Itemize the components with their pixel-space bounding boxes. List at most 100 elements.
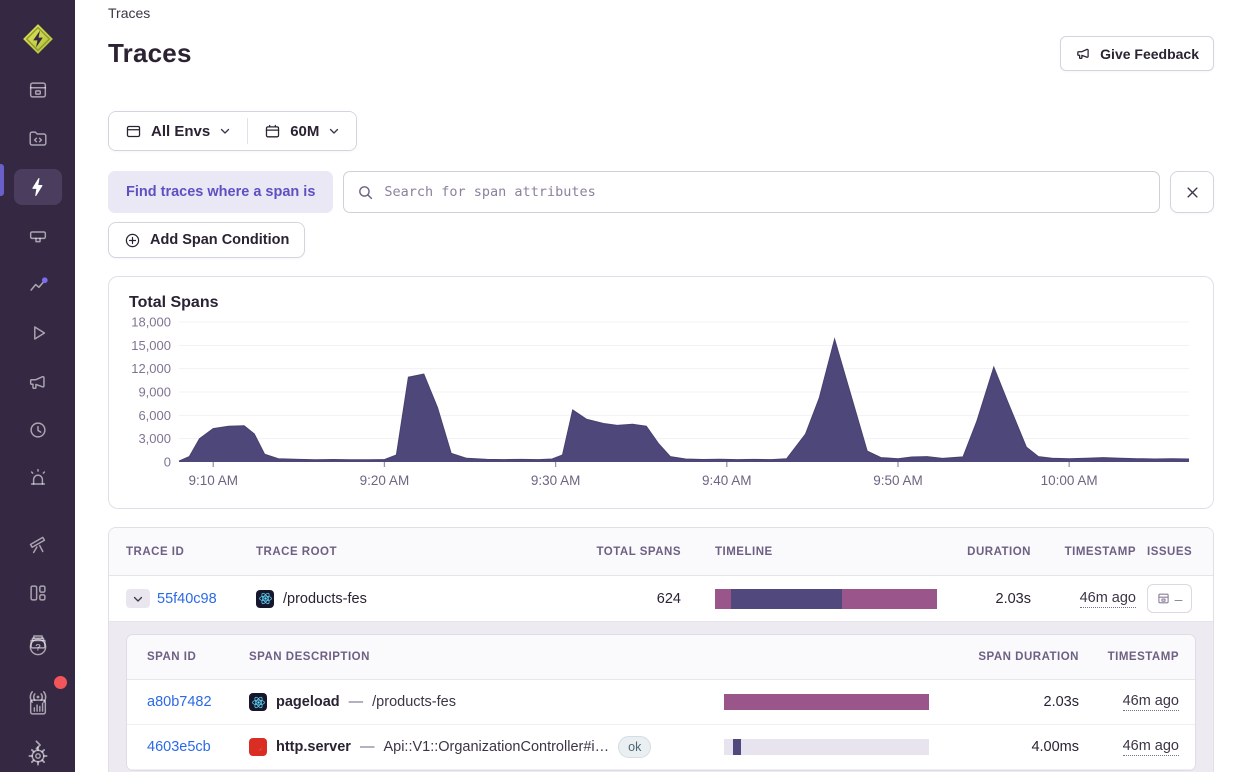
sidebar-item-issues[interactable] <box>14 74 62 107</box>
dashboard-layout-icon <box>27 582 49 604</box>
span-op: http.server <box>276 739 351 755</box>
svg-text:12,000: 12,000 <box>131 361 171 376</box>
span-timestamp[interactable]: 46m ago <box>1123 693 1179 711</box>
sidebar-item-releases[interactable] <box>14 413 62 446</box>
trace-timeline-bar[interactable] <box>715 589 937 609</box>
sidebar-item-replays[interactable] <box>14 317 62 350</box>
col-trace-id: Trace ID <box>126 546 256 558</box>
span-op: pageload <box>276 694 340 710</box>
issues-icon <box>1157 592 1170 605</box>
clear-search-button[interactable] <box>1170 171 1214 213</box>
span-duration-bar[interactable] <box>724 694 929 710</box>
trace-expanded-zone: Span ID Span Description Span Duration T… <box>109 621 1213 772</box>
issues-icon <box>27 79 49 101</box>
trace-timestamp[interactable]: 46m ago <box>1080 590 1136 608</box>
time-range-selector-label: 60M <box>290 123 319 140</box>
page-header: Traces Traces Give Feedback <box>75 0 1244 71</box>
add-span-condition-button[interactable]: Add Span Condition <box>108 222 305 258</box>
trace-expand-toggle[interactable] <box>126 589 150 608</box>
col-duration: Duration <box>931 546 1031 558</box>
total-spans-area-chart: 03,0006,0009,00012,00015,00018,0009:10 A… <box>129 316 1193 494</box>
react-icon <box>249 693 267 711</box>
sidebar-item-metrics[interactable] <box>14 269 62 302</box>
sidebar-item-profiling[interactable] <box>14 221 62 254</box>
span-search-input[interactable] <box>384 184 1146 200</box>
megaphone-icon <box>27 371 49 393</box>
svg-text:3,000: 3,000 <box>138 431 171 446</box>
telescope-icon <box>27 533 49 555</box>
total-spans-value: 624 <box>556 591 681 607</box>
col-timeline: Timeline <box>681 546 931 558</box>
chevron-down-icon <box>219 125 231 137</box>
col-span-description: Span Description <box>249 651 724 663</box>
traces-table-header: Trace ID Trace Root Total Spans Timeline… <box>109 528 1213 576</box>
megaphone-icon <box>1075 45 1092 62</box>
span-row: a80b7482 page <box>127 680 1195 725</box>
col-span-timestamp: Timestamp <box>1079 651 1179 663</box>
chevron-down-icon <box>132 593 144 605</box>
svg-text:0: 0 <box>164 455 171 470</box>
sidebar-item-help[interactable]: ? <box>14 630 62 664</box>
svg-text:9:10 AM: 9:10 AM <box>188 473 238 488</box>
span-search-row: Find traces where a span is <box>108 171 1214 213</box>
give-feedback-button[interactable]: Give Feedback <box>1060 36 1214 71</box>
play-icon <box>27 322 49 344</box>
col-trace-root: Trace Root <box>256 546 556 558</box>
clock-icon <box>27 419 49 441</box>
sidebar-item-alerts[interactable] <box>14 462 62 495</box>
sidebar-item-dashboards[interactable] <box>14 576 62 609</box>
span-search-box[interactable] <box>343 171 1160 213</box>
active-nav-indicator <box>0 164 4 196</box>
sidebar-item-discover[interactable] <box>14 528 62 561</box>
page-filter-bar: All Envs 60M <box>108 111 357 151</box>
span-id-link[interactable]: 4603e5cb <box>147 739 211 755</box>
span-duration-bar[interactable] <box>724 739 929 755</box>
span-duration-value: 4.00ms <box>929 739 1079 755</box>
whats-new-badge <box>54 676 67 689</box>
siren-icon <box>27 467 49 489</box>
span-id-link[interactable]: a80b7482 <box>147 694 212 710</box>
time-range-selector[interactable]: 60M <box>248 112 356 150</box>
span-description: Api::V1::OrganizationController#i… <box>383 739 609 755</box>
separator: — <box>360 739 375 755</box>
environment-selector[interactable]: All Envs <box>109 112 247 150</box>
sidebar-collapse-button[interactable] <box>14 728 62 762</box>
svg-text:10:00 AM: 10:00 AM <box>1041 473 1098 488</box>
lightning-icon <box>27 176 49 198</box>
svg-text:9,000: 9,000 <box>138 385 171 400</box>
calendar-icon <box>264 123 281 140</box>
svg-text:9:40 AM: 9:40 AM <box>702 473 752 488</box>
span-bar-fill <box>724 694 929 710</box>
sidebar-item-performance-traces[interactable] <box>14 169 62 205</box>
sidebar-item-whats-new[interactable] <box>14 680 62 714</box>
col-span-id: Span ID <box>147 651 249 663</box>
span-bar-fill <box>733 739 741 755</box>
svg-text:18,000: 18,000 <box>131 316 171 330</box>
svg-text:9:50 AM: 9:50 AM <box>873 473 923 488</box>
chevron-down-icon <box>328 125 340 137</box>
app-logo-icon[interactable] <box>21 22 55 56</box>
sidebar-item-feedback[interactable] <box>14 365 62 398</box>
separator: — <box>349 694 364 710</box>
window-icon <box>125 123 142 140</box>
col-issues: Issues <box>1136 546 1196 558</box>
ruby-icon <box>249 738 267 756</box>
trace-issues-button[interactable]: – <box>1147 584 1192 613</box>
span-timestamp[interactable]: 46m ago <box>1123 738 1179 756</box>
breadcrumb[interactable]: Traces <box>108 4 1214 21</box>
chevron-right-icon <box>28 735 48 755</box>
sidebar-item-explore[interactable] <box>14 122 62 155</box>
add-span-condition-label: Add Span Condition <box>150 232 289 248</box>
environment-selector-label: All Envs <box>151 123 210 140</box>
code-folder-icon <box>27 128 49 150</box>
line-chart-icon <box>27 274 49 296</box>
svg-text:?: ? <box>35 643 41 654</box>
svg-text:9:30 AM: 9:30 AM <box>531 473 581 488</box>
find-traces-chip: Find traces where a span is <box>108 171 333 213</box>
svg-text:15,000: 15,000 <box>131 338 171 353</box>
span-row: 4603e5cb http.server — Api::V1::Organiza… <box>127 725 1195 770</box>
trace-row: 55f40c98 /products-fes <box>109 576 1213 621</box>
col-timestamp: Timestamp <box>1031 546 1136 558</box>
trace-id-link[interactable]: 55f40c98 <box>157 591 217 607</box>
page-title: Traces <box>108 38 192 69</box>
